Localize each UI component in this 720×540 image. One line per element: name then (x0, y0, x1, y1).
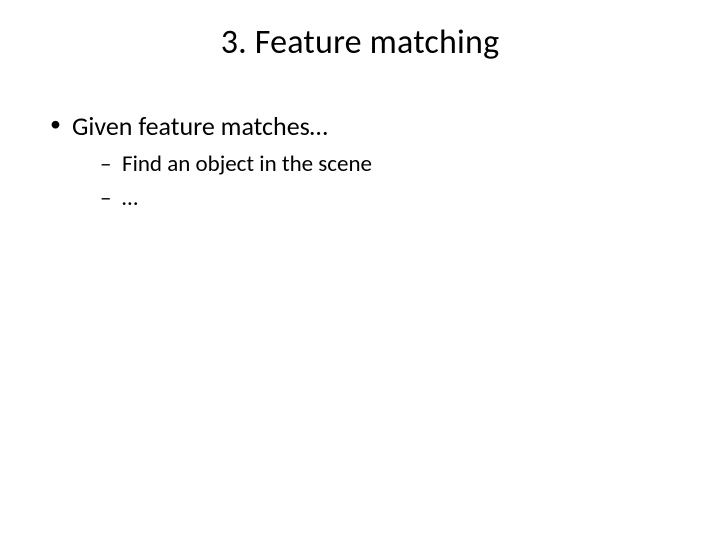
sub-item: … (72, 182, 672, 214)
sub-item-text: Find an object in the scene (122, 150, 372, 178)
sub-item: Find an object in the scene (72, 148, 672, 180)
slide-container: 3. Feature matching Given feature matche… (0, 0, 720, 540)
sub-item-text: … (122, 184, 138, 212)
bullet-item: Given feature matches… Find an object in… (48, 109, 672, 214)
bullet-text: Given feature matches… (72, 110, 328, 142)
slide-title: 3. Feature matching (48, 22, 672, 63)
bullet-list: Given feature matches… Find an object in… (48, 109, 672, 214)
sub-list: Find an object in the scene … (72, 148, 672, 214)
